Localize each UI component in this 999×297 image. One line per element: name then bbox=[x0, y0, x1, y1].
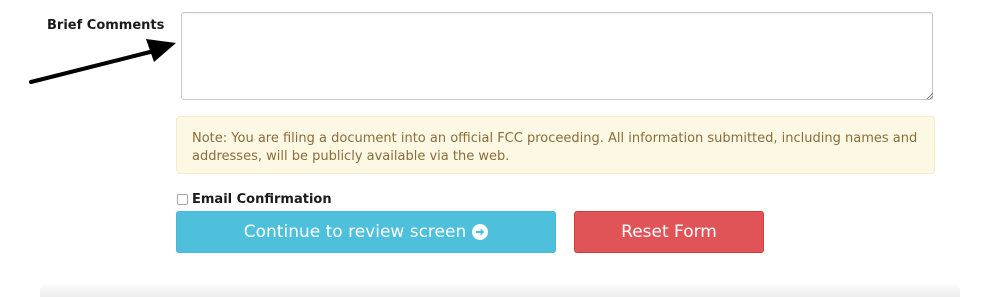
continue-button-label: Continue to review screen bbox=[243, 222, 467, 242]
reset-form-button[interactable]: Reset Form bbox=[574, 211, 764, 253]
arrow-circle-right-icon bbox=[472, 224, 489, 240]
public-filing-note: Note: You are filing a document into an … bbox=[176, 116, 935, 174]
email-confirmation-label[interactable]: Email Confirmation bbox=[192, 192, 332, 207]
continue-to-review-button[interactable]: Continue to review screen bbox=[176, 211, 556, 253]
brief-comments-label: Brief Comments bbox=[47, 18, 165, 33]
brief-comments-textarea[interactable] bbox=[181, 12, 933, 100]
section-divider-shadow bbox=[40, 282, 960, 297]
note-text: Note: You are filing a document into an … bbox=[192, 131, 918, 164]
form-page: Brief Comments Note: You are filing a do… bbox=[0, 0, 999, 297]
email-confirmation-checkbox[interactable] bbox=[177, 193, 188, 205]
reset-button-label: Reset Form bbox=[621, 222, 717, 242]
resize-grip-icon[interactable] bbox=[926, 92, 933, 99]
email-confirmation-row[interactable]: Email Confirmation bbox=[177, 191, 332, 207]
